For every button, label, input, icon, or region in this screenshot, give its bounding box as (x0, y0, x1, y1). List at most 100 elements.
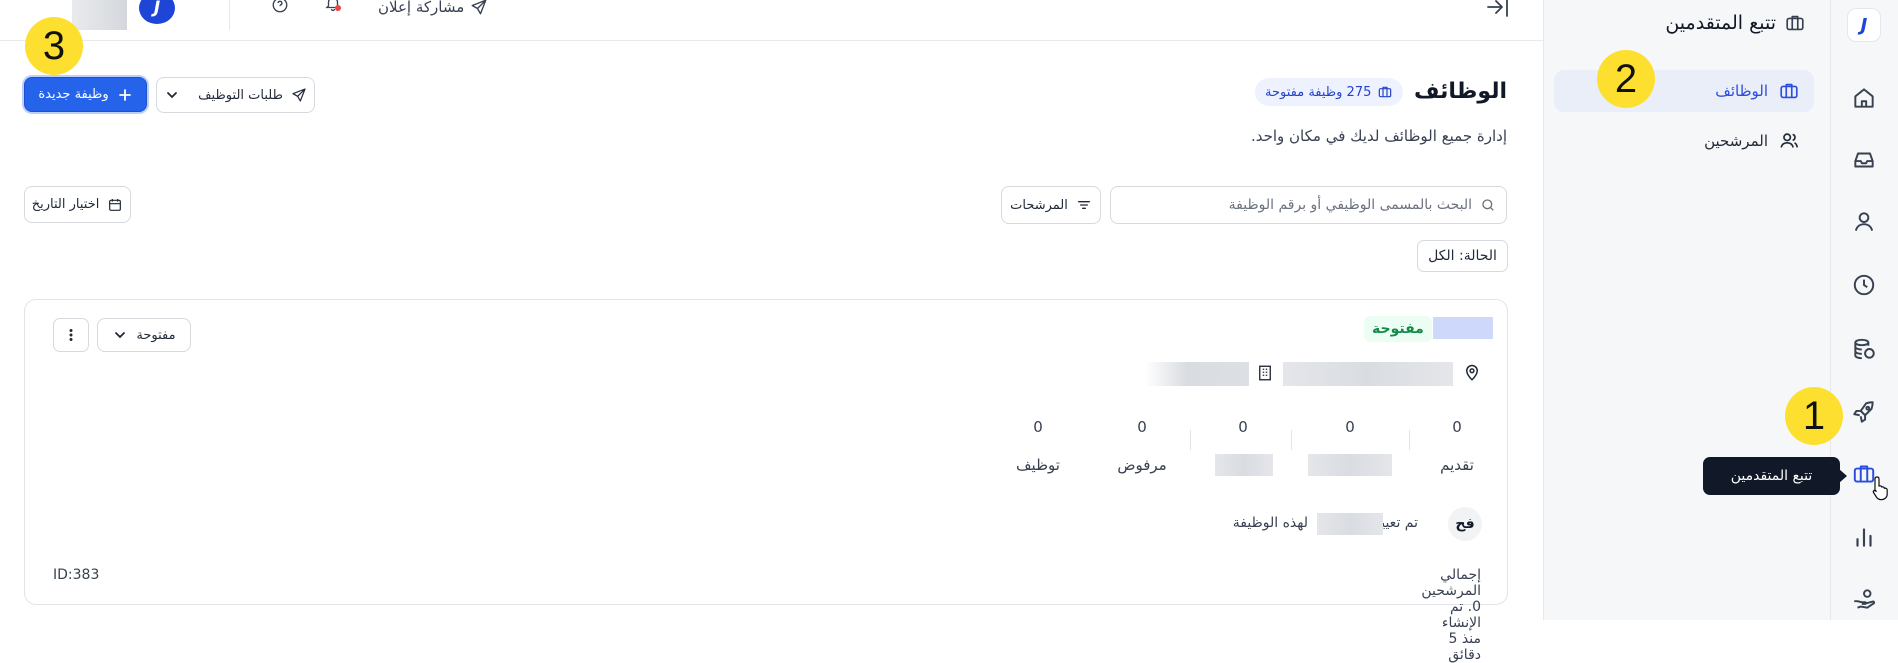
search-input[interactable]: البحث بالمسمى الوظيفي أو برقم الوظيفة (1110, 186, 1507, 224)
stat-label: تقديم (1440, 456, 1474, 474)
filters-label: المرشحات (1010, 197, 1068, 213)
tooltip-text: تتبع المتقدمين (1730, 468, 1813, 484)
rail-tooltip: تتبع المتقدمين (1703, 457, 1847, 495)
briefcase-icon (1786, 15, 1804, 31)
more-options-button[interactable] (53, 318, 89, 352)
stat-hired[interactable]: 0 توظيف (988, 418, 1088, 474)
stat-stage-2[interactable]: 0 (1300, 418, 1400, 476)
new-job-button[interactable]: وظيفة جديدة (24, 77, 147, 112)
stat-value: 0 (1345, 418, 1355, 436)
rocket-icon (1853, 401, 1874, 423)
rail-payroll-button[interactable] (1845, 330, 1883, 368)
app-logo[interactable]: J (1847, 8, 1881, 42)
rail-onboarding-button[interactable] (1845, 393, 1883, 431)
top-bar: J مشاركة إعلان (0, 0, 1543, 41)
plus-icon (118, 88, 131, 101)
chevron-down-icon (115, 332, 126, 339)
help-button[interactable] (271, 0, 289, 14)
date-picker-label: اختيار التاريخ (31, 197, 100, 212)
coins-icon (1854, 338, 1875, 360)
user-avatar-blurred[interactable] (72, 0, 127, 30)
filter-icon (1077, 201, 1090, 209)
callout-3: 3 (25, 17, 83, 75)
chevron-down-icon (167, 92, 177, 99)
open-jobs-count: 275 وظيفة مفتوحة (1265, 84, 1372, 100)
callout-1: 1 (1785, 387, 1843, 445)
share-job-label: مشاركة إعلان (378, 0, 465, 16)
more-vertical-icon (69, 329, 73, 341)
stat-applied[interactable]: 0 تقديم (1407, 418, 1507, 474)
stat-value: 0 (1452, 418, 1462, 436)
chart-icon (1856, 528, 1872, 547)
rail-reports-button[interactable] (1845, 518, 1883, 556)
status-filter-label: الحالة: الكل (1428, 248, 1497, 264)
job-summary: إجمالي المرشحين 0. تم الإنشاء منذ 5 دقائ… (1421, 567, 1481, 663)
stat-value: 0 (1238, 418, 1248, 436)
status-badge: مفتوحة (1364, 316, 1432, 342)
department-blurred (1145, 362, 1249, 386)
app-logo-letter: J (1860, 14, 1868, 36)
stat-stage-3[interactable]: 0 (1193, 418, 1293, 476)
calendar-icon (109, 198, 122, 211)
filters-button[interactable]: المرشحات (1001, 186, 1101, 224)
stat-rejected[interactable]: 0 مرفوض (1092, 418, 1192, 474)
stat-label: توظيف (1016, 456, 1060, 474)
page-title: الوظائف (1413, 79, 1507, 104)
company-logo: J (139, 0, 175, 24)
stat-label: مرفوض (1117, 456, 1167, 474)
sidebar-item-label: المرشحين (1704, 132, 1768, 150)
icon-rail: J (1830, 0, 1898, 620)
page-subtitle: إدارة جميع الوظائف لديك في مكان واحد. (1250, 127, 1507, 145)
rail-time-button[interactable] (1845, 266, 1883, 304)
sidebar-title-text: تتبع المتقدمين (1665, 12, 1776, 34)
hand-coin-icon (1854, 589, 1876, 609)
rail-people-button[interactable] (1845, 203, 1883, 241)
rail-inbox-button[interactable] (1845, 141, 1883, 179)
stat-label-blurred (1308, 454, 1392, 476)
collapse-sidebar-button[interactable] (1485, 0, 1511, 18)
status-filter-chip[interactable]: الحالة: الكل (1417, 240, 1508, 272)
inbox-icon (1854, 152, 1874, 168)
open-jobs-count-badge: 275 وظيفة مفتوحة (1255, 78, 1404, 106)
rail-home-button[interactable] (1845, 79, 1883, 117)
stat-label-blurred (1215, 454, 1273, 476)
company-logo-letter: J (153, 0, 161, 18)
sidebar-item-jobs[interactable]: الوظائف (1554, 70, 1814, 112)
user-icon (1854, 212, 1874, 231)
hiring-requests-dropdown[interactable]: طلبات التوظيف (156, 77, 315, 113)
main-content: وظيفة جديدة طلبات التوظيف الوظائف 275 وظ… (0, 41, 1543, 663)
assignee-avatar: فح (1448, 507, 1482, 541)
job-status-select[interactable]: مفتوحة (97, 318, 191, 352)
sidebar-item-candidates[interactable]: المرشحين (1554, 120, 1814, 162)
job-id: ID:383 (53, 567, 100, 583)
assigned-suffix: لهذه الوظيفة (1232, 515, 1308, 531)
share-job-link[interactable]: مشاركة إعلان (378, 0, 488, 16)
send-icon (292, 88, 306, 102)
date-picker-button[interactable]: اختيار التاريخ (24, 186, 131, 223)
send-icon (471, 0, 487, 15)
topbar-divider (229, 0, 230, 30)
assignee-name-blurred (1317, 513, 1383, 535)
home-icon (1854, 88, 1874, 108)
hiring-requests-label: طلبات التوظيف (198, 87, 283, 103)
briefcase-icon (1780, 83, 1798, 99)
new-job-label: وظيفة جديدة (38, 87, 109, 102)
location-pin-icon (1465, 364, 1479, 381)
users-icon (1780, 133, 1799, 148)
rail-benefits-button[interactable] (1845, 580, 1883, 618)
help-icon (272, 0, 288, 13)
callout-2: 2 (1597, 50, 1655, 108)
briefcase-icon (1379, 86, 1392, 98)
job-card[interactable]: مفتوحة مفتوحة 0 تقديم 0 0 0 مرفوض 0 توظي… (24, 299, 1508, 663)
stat-value: 0 (1137, 418, 1147, 436)
mouse-cursor-icon (1872, 476, 1888, 501)
location-blurred (1283, 362, 1453, 386)
stat-value: 0 (1033, 418, 1043, 436)
sidebar-item-label: الوظائف (1715, 82, 1768, 100)
assignee-initials: فح (1455, 516, 1475, 532)
sidebar-title: تتبع المتقدمين (1665, 12, 1806, 34)
notification-dot (335, 5, 341, 11)
stat-divider (1409, 430, 1410, 450)
job-title-blurred[interactable] (1433, 317, 1493, 339)
notifications-button[interactable] (324, 0, 342, 12)
